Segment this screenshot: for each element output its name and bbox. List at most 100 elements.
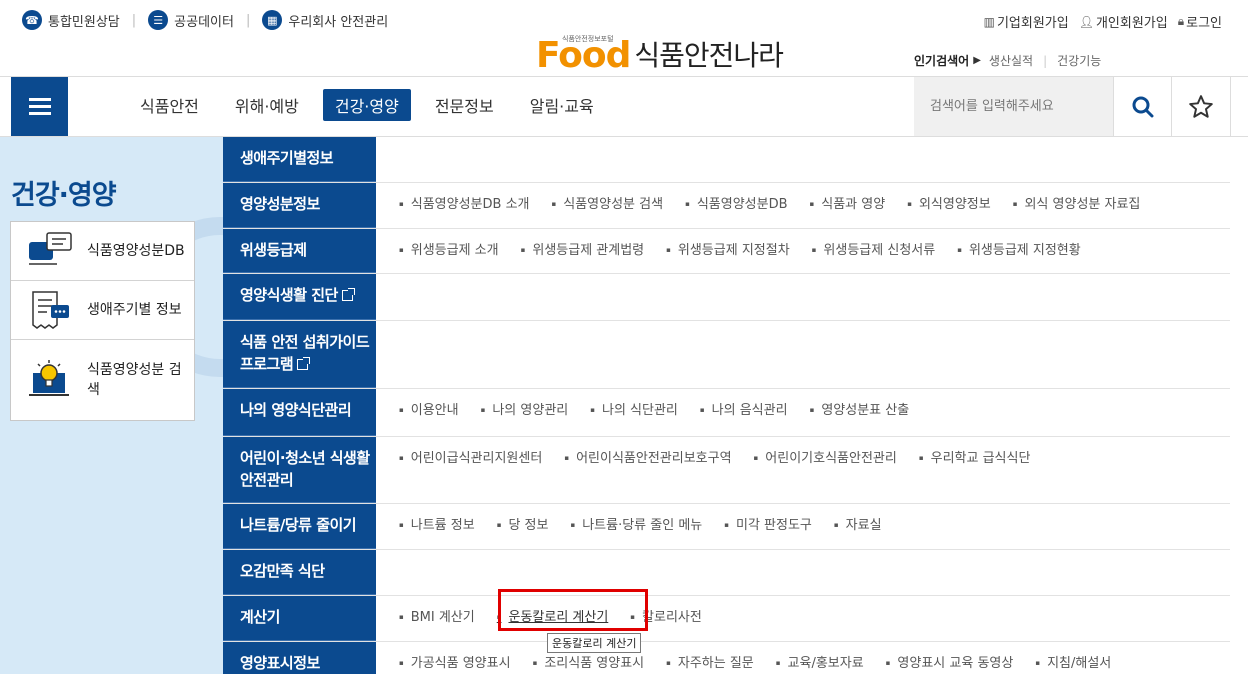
submenu-list: 위생등급제 소개 위생등급제 관계법령 위생등급제 지정절차 위생등급제 신청서… bbox=[376, 229, 1103, 273]
submenu-item[interactable]: 어린이식품안전관리보호구역 bbox=[564, 447, 731, 470]
submenu-list: 이용안내 나의 영양관리 나의 식단관리 나의 음식관리 영양성분표 산출 bbox=[376, 389, 931, 436]
nav-item-notice-education[interactable]: 알림·교육 bbox=[518, 89, 606, 121]
menu-category-safety-guide[interactable]: 식품 안전 섭취가이드 프로그램 bbox=[223, 321, 376, 388]
submenu-item[interactable]: 이용안내 bbox=[399, 399, 459, 422]
logo-site-name: 식품안전나라 bbox=[634, 39, 784, 72]
nav-item-food-safety[interactable]: 식품안전 bbox=[128, 89, 211, 121]
submenu-list: 어린이급식관리지원센터 어린이식품안전관리보호구역 어린이기호식품안전관리 우리… bbox=[376, 437, 1052, 503]
submenu-item[interactable]: 위생등급제 지정절차 bbox=[666, 239, 790, 262]
nav-item-expert-info[interactable]: 전문정보 bbox=[423, 89, 506, 121]
menu-row: 어린이·청소년 식생활 안전관리 어린이급식관리지원센터 어린이식품안전관리보호… bbox=[223, 437, 1230, 504]
menu-category-five-senses[interactable]: 오감만족 식단 bbox=[223, 550, 376, 595]
menu-category-diet-diagnosis[interactable]: 영양식생활 진단 bbox=[223, 274, 376, 320]
submenu-item[interactable]: 우리학교 급식식단 bbox=[919, 447, 1031, 470]
search-button[interactable] bbox=[1113, 77, 1171, 136]
nav-item-risk-prevention[interactable]: 위해·예방 bbox=[223, 89, 311, 121]
submenu-item[interactable]: 어린이기호식품안전관리 bbox=[754, 447, 897, 470]
submenu-item[interactable]: 조리식품 영양표시 bbox=[533, 652, 644, 674]
utility-left: ☎ 통합민원상담 | ☰ 공공데이터 | ▦ 우리회사 안전관리 bbox=[22, 10, 388, 30]
submenu-list bbox=[376, 137, 399, 182]
top-utility-bar: ☎ 통합민원상담 | ☰ 공공데이터 | ▦ 우리회사 안전관리 ▥ 기업회원가… bbox=[0, 0, 1248, 40]
submenu-item[interactable]: 나의 식단관리 bbox=[590, 399, 678, 422]
submenu-item[interactable]: 어린이급식관리지원센터 bbox=[399, 447, 543, 470]
submenu-item[interactable]: 미각 판정도구 bbox=[724, 514, 812, 537]
site-logo[interactable]: 식품안전정보포털 Food 식품안전나라 bbox=[536, 35, 784, 74]
submenu-list: 나트륨 정보 당 정보 나트륨·당류 줄인 메뉴 미각 판정도구 자료실 bbox=[376, 504, 904, 549]
quick-link-nutrition-search[interactable]: 식품영양성분 검색 bbox=[11, 340, 194, 420]
link-public-data[interactable]: ☰ 공공데이터 bbox=[148, 10, 234, 30]
submenu-item[interactable]: 위생등급제 지정현황 bbox=[957, 239, 1081, 262]
submenu-item[interactable]: 위생등급제 소개 bbox=[399, 239, 499, 262]
menu-category-nutrition-info[interactable]: 영양성분정보 bbox=[223, 183, 376, 228]
submenu-item[interactable]: 식품영양성분DB bbox=[685, 193, 788, 216]
link-label: 통합민원상담 bbox=[48, 14, 120, 30]
lock-icon: 🔒︎ bbox=[1177, 14, 1185, 28]
utility-right: ▥ 기업회원가입 👤︎ 개인회원가입 🔒︎ 로그인 bbox=[974, 12, 1222, 31]
menu-category-nutrition-label[interactable]: 영양표시정보 bbox=[223, 642, 376, 674]
submenu-item-exercise-calorie-calculator[interactable]: 운동칼로리 계산기 bbox=[497, 606, 608, 629]
submenu-item-bmi-calculator[interactable]: BMI 계산기 bbox=[399, 606, 475, 629]
link-label: 기업회원가입 bbox=[996, 16, 1069, 31]
person-icon: 👤︎ bbox=[1078, 14, 1094, 29]
play-arrow-icon: ▶ bbox=[973, 55, 981, 66]
hamburger-menu-button[interactable] bbox=[11, 77, 68, 136]
link-personal-signup[interactable]: 👤︎ 개인회원가입 bbox=[1078, 12, 1168, 32]
divider: | bbox=[131, 12, 137, 28]
hamburger-icon bbox=[28, 98, 51, 101]
submenu-item[interactable]: 자주하는 질문 bbox=[666, 652, 754, 674]
building-icon: ▥ bbox=[983, 14, 995, 29]
link-label: 로그인 bbox=[1186, 16, 1222, 31]
submenu-item[interactable]: 위생등급제 관계법령 bbox=[521, 239, 644, 262]
submenu-item[interactable]: 영양성분표 산출 bbox=[810, 399, 909, 422]
submenu-item[interactable]: 자료실 bbox=[834, 514, 882, 537]
quick-link-lifecycle-info[interactable]: 생애주기별 정보 bbox=[11, 281, 194, 340]
list-icon: ☰ bbox=[148, 10, 169, 30]
popular-keyword[interactable]: 건강기능 bbox=[1057, 52, 1101, 69]
menu-row: 생애주기별정보 bbox=[223, 137, 1230, 183]
nav-item-health-nutrition[interactable]: 건강·영양 bbox=[322, 89, 411, 121]
favorite-button[interactable] bbox=[1171, 77, 1231, 136]
submenu-item[interactable]: 나트륨 정보 bbox=[399, 514, 475, 537]
submenu-item[interactable]: 지침/해설서 bbox=[1035, 652, 1111, 674]
menu-category-my-diet[interactable]: 나의 영양식단관리 bbox=[223, 389, 376, 436]
submenu-item-calorie-dictionary[interactable]: 칼로리사전 bbox=[630, 606, 702, 629]
submenu-item[interactable]: 교육/홍보자료 bbox=[776, 652, 864, 674]
submenu-item[interactable]: 식품과 영양 bbox=[810, 193, 885, 216]
submenu-item[interactable]: 당 정보 bbox=[497, 514, 548, 537]
search-input[interactable] bbox=[914, 77, 1113, 136]
menu-category-child-safety[interactable]: 어린이·청소년 식생활 안전관리 bbox=[223, 437, 376, 503]
menu-category-hygiene-grade[interactable]: 위생등급제 bbox=[223, 229, 376, 273]
submenu-list bbox=[376, 274, 399, 320]
nav-menu: 식품안전 위해·예방 건강·영양 전문정보 알림·교육 bbox=[128, 89, 618, 121]
popular-label: 인기검색어 bbox=[914, 54, 970, 68]
external-link-icon bbox=[341, 288, 355, 301]
quick-link-label: 식품영양성분 검색 bbox=[87, 362, 182, 398]
popular-keyword[interactable]: 생산실적 bbox=[989, 52, 1033, 69]
hover-tooltip: 운동칼로리 계산기 bbox=[547, 633, 642, 653]
menu-category-sodium-sugar[interactable]: 나트륨/당류 줄이기 bbox=[223, 504, 376, 549]
submenu-item[interactable]: 식품영양성분DB 소개 bbox=[399, 193, 530, 216]
link-login[interactable]: 🔒︎ 로그인 bbox=[1178, 12, 1222, 31]
submenu-item[interactable]: 나의 영양관리 bbox=[481, 399, 568, 422]
link-company-safety[interactable]: ▦ 우리회사 안전관리 bbox=[262, 10, 388, 30]
link-label: 개인회원가입 bbox=[1095, 16, 1168, 31]
search-box bbox=[914, 77, 1113, 136]
quick-link-nutrition-db[interactable]: 식품영양성분DB bbox=[11, 222, 194, 281]
submenu-item[interactable]: 외식영양정보 bbox=[907, 193, 991, 216]
menu-category-lifecycle[interactable]: 생애주기별정보 bbox=[223, 137, 376, 182]
link-corp-signup[interactable]: ▥ 기업회원가입 bbox=[983, 12, 1069, 32]
menu-category-calculator[interactable]: 계산기 bbox=[223, 596, 376, 641]
submenu-item[interactable]: 나트륨·당류 줄인 메뉴 bbox=[570, 514, 702, 537]
submenu-item[interactable]: 식품영양성분 검색 bbox=[552, 193, 663, 216]
quick-link-label: 생애주기별 정보 bbox=[87, 302, 182, 318]
submenu-item[interactable]: 외식 영양성분 자료집 bbox=[1013, 193, 1140, 216]
menu-row: 나의 영양식단관리 이용안내 나의 영양관리 나의 식단관리 나의 음식관리 영… bbox=[223, 389, 1230, 437]
submenu-item[interactable]: 가공식품 영양표시 bbox=[399, 652, 511, 674]
submenu-item[interactable]: 나의 음식관리 bbox=[700, 399, 788, 422]
link-label: 공공데이터 bbox=[174, 14, 234, 30]
document-icon bbox=[32, 291, 69, 329]
submenu-item[interactable]: 영양표시 교육 동영상 bbox=[886, 652, 1013, 674]
popular-keywords: 인기검색어 ▶ 생산실적 | 건강기능 bbox=[914, 52, 1101, 69]
submenu-item[interactable]: 위생등급제 신청서류 bbox=[812, 239, 935, 262]
link-civil-consult[interactable]: ☎ 통합민원상담 bbox=[22, 10, 120, 30]
